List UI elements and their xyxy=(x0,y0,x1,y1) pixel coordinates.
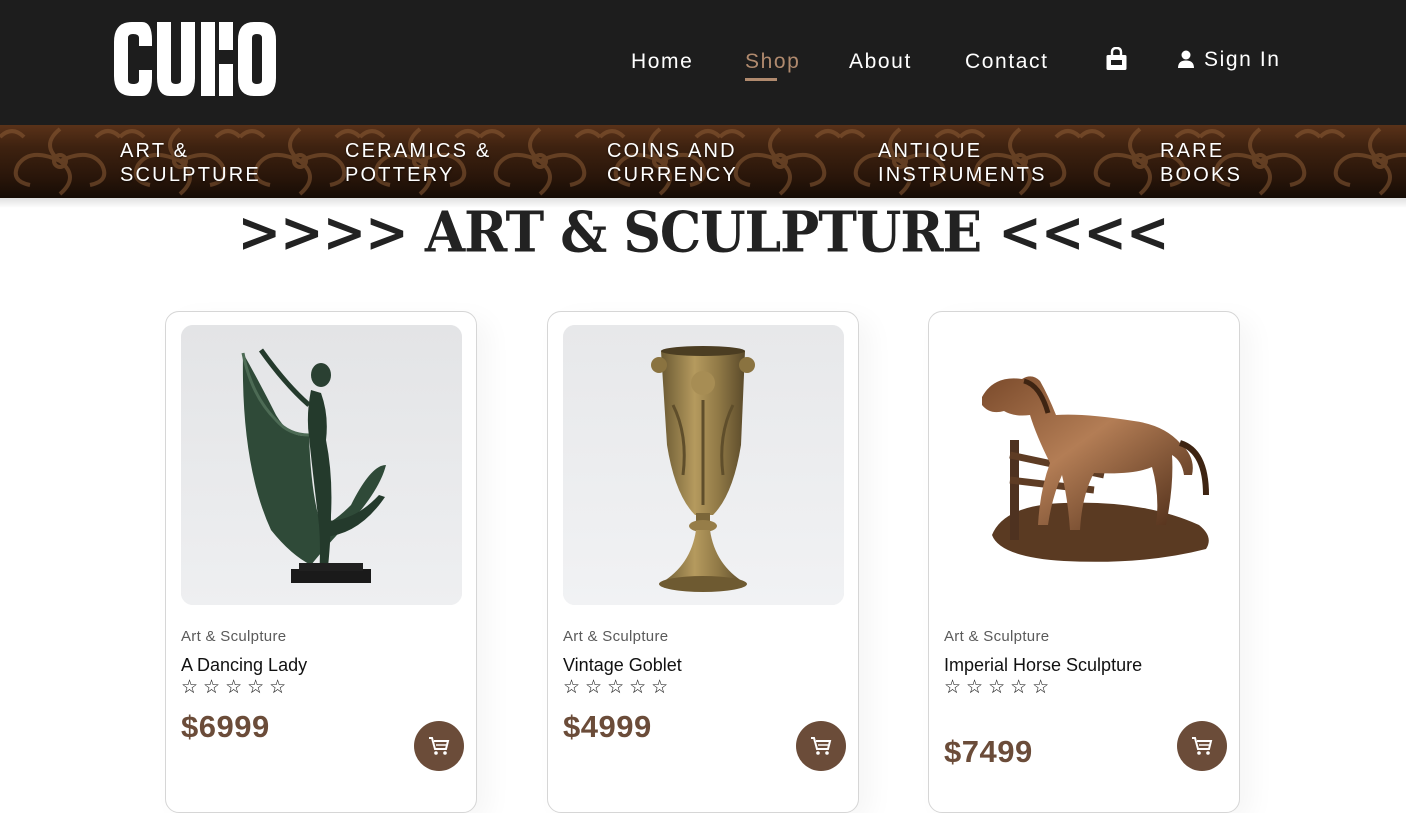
product-image[interactable] xyxy=(563,325,844,605)
add-to-cart-button[interactable] xyxy=(414,721,464,771)
product-category: Art & Sculpture xyxy=(181,628,287,645)
category-ceramics-pottery[interactable]: Ceramics & Pottery xyxy=(345,139,545,187)
add-to-cart-button[interactable] xyxy=(1177,721,1227,771)
product-price: $4999 xyxy=(563,709,652,744)
add-to-cart-button[interactable] xyxy=(796,721,846,771)
cart-icon xyxy=(1192,737,1213,755)
product-card[interactable]: Art & Sculpture Imperial Horse Sculpture… xyxy=(928,311,1240,813)
cart-icon xyxy=(811,737,832,755)
category-art-sculpture[interactable]: Art & Sculpture xyxy=(120,139,320,187)
product-name[interactable]: A Dancing Lady xyxy=(181,655,307,676)
active-underline xyxy=(745,78,777,81)
rating-stars[interactable]: ☆☆☆☆☆ xyxy=(181,676,291,698)
nav-shop-label: Shop xyxy=(745,50,801,73)
product-name[interactable]: Vintage Goblet xyxy=(563,655,682,676)
brand-logo[interactable] xyxy=(112,20,278,98)
product-name[interactable]: Imperial Horse Sculpture xyxy=(944,655,1142,676)
nav-about[interactable]: About xyxy=(849,48,912,76)
dancing-lady-image xyxy=(181,325,462,605)
product-card[interactable]: Art & Sculpture A Dancing Lady ☆☆☆☆☆ $69… xyxy=(165,311,477,813)
nav-contact[interactable]: Contact xyxy=(965,48,1049,76)
rating-stars[interactable]: ☆☆☆☆☆ xyxy=(944,676,1054,698)
nav-shop[interactable]: Shop xyxy=(745,48,801,81)
page-title: >>>> ART & SCULPTURE <<<< xyxy=(237,199,1169,266)
horse-sculpture-image xyxy=(944,325,1225,605)
site-header: Home Shop About Contact Sign In xyxy=(0,0,1406,125)
product-category: Art & Sculpture xyxy=(563,628,669,645)
sign-in-link[interactable]: Sign In xyxy=(1178,48,1281,72)
product-price: $6999 xyxy=(181,709,270,744)
product-category: Art & Sculpture xyxy=(944,628,1050,645)
product-price: $7499 xyxy=(944,734,1033,769)
category-bar: Art & Sculpture Ceramics & Pottery Coins… xyxy=(0,125,1406,198)
user-icon xyxy=(1178,50,1194,68)
rating-stars[interactable]: ☆☆☆☆☆ xyxy=(563,676,673,698)
shopping-bag-icon[interactable] xyxy=(1105,47,1128,71)
cart-icon xyxy=(429,737,450,755)
vintage-goblet-image xyxy=(563,325,844,605)
product-card[interactable]: Art & Sculpture Vintage Goblet ☆☆☆☆☆ $49… xyxy=(547,311,859,813)
category-antique-instruments[interactable]: Antique Instruments xyxy=(878,139,1078,187)
category-coins-currency[interactable]: Coins and Currency xyxy=(607,139,807,187)
product-image[interactable] xyxy=(944,325,1225,605)
product-image[interactable] xyxy=(181,325,462,605)
nav-home[interactable]: Home xyxy=(631,48,693,76)
sign-in-label: Sign In xyxy=(1204,48,1281,71)
category-rare-books[interactable]: Rare Books xyxy=(1160,139,1280,187)
